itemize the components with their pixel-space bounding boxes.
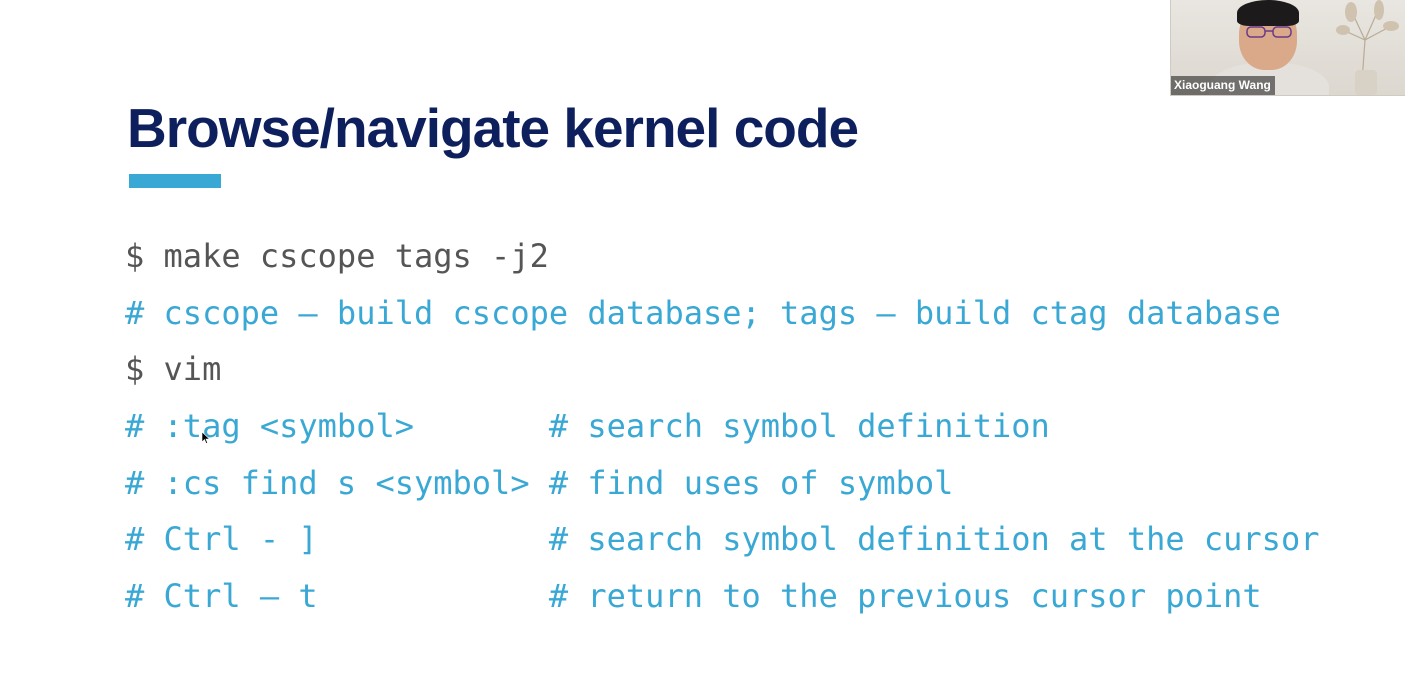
- code-line-cs-find-comment: # :cs find s <symbol> # find uses of sym…: [125, 464, 954, 502]
- slide-title: Browse/navigate kernel code: [127, 97, 859, 159]
- code-line-tag-comment: # :tag <symbol> # search symbol definiti…: [125, 407, 1050, 445]
- code-line-ctrl-t-comment: # Ctrl – t # return to the previous curs…: [125, 577, 1262, 615]
- code-line-vim-command: $ vim: [125, 350, 222, 388]
- code-line-cscope-comment: # cscope – build cscope database; tags –…: [125, 294, 1281, 332]
- presentation-slide: Browse/navigate kernel code $ make cscop…: [0, 0, 1422, 688]
- code-line-make-command: $ make cscope tags -j2: [125, 237, 549, 275]
- arrow-cursor-icon: [202, 432, 210, 444]
- participant-hair: [1237, 0, 1299, 26]
- participant-video-tile[interactable]: Xiaoguang Wang: [1170, 0, 1405, 96]
- dried-plant-decoration: [1336, 0, 1399, 95]
- glasses-icon: [1246, 26, 1292, 38]
- participant-name-label: Xiaoguang Wang: [1171, 76, 1275, 95]
- code-line-ctrl-bracket-comment: # Ctrl - ] # search symbol definition at…: [125, 520, 1320, 558]
- title-accent-bar: [129, 174, 221, 188]
